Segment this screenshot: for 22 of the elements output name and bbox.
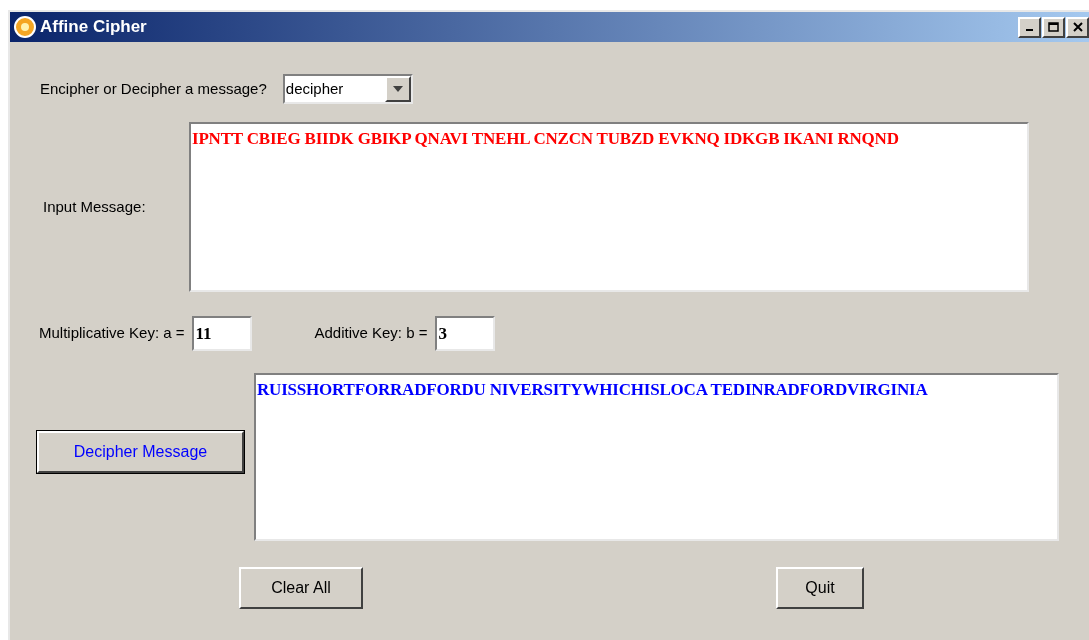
key-field[interactable]: 3 xyxy=(435,316,496,351)
app-icon xyxy=(13,15,37,39)
key-field[interactable]: 11 xyxy=(192,316,253,351)
key-label: Multiplicative Key: a = xyxy=(39,323,185,344)
input-label: Input Message: xyxy=(43,196,147,217)
mode-dropdown[interactable]: decipher xyxy=(282,74,413,104)
minimize-button[interactable] xyxy=(1018,16,1041,38)
key-label: Additive Key: b = xyxy=(314,323,428,344)
maximize-icon xyxy=(1048,22,1059,32)
dropdown-button[interactable] xyxy=(384,76,411,102)
mode-label: Encipher or Decipher a message? xyxy=(40,78,267,99)
output-message-field[interactable]: RUISSHORTFORRADFORDU NIVERSITYWHICHISLOCA TEDINRADFORDVIRGINIA xyxy=(254,373,1059,541)
footer-button[interactable]: Clear All xyxy=(239,567,363,609)
decipher-button[interactable]: Decipher Message xyxy=(37,431,244,473)
close-button[interactable] xyxy=(1066,16,1089,38)
caret-icon xyxy=(392,86,403,92)
maximize-button[interactable] xyxy=(1042,16,1065,38)
footer-button[interactable]: Quit xyxy=(776,567,864,609)
window-title: Affine Cipher xyxy=(40,16,148,39)
close-icon xyxy=(1072,22,1083,32)
input-message-field[interactable]: IPNTT CBIEG BIIDK GBIKP QNAVI TNEHL CNZCN TUBZD EVKNQ IDKGB IKANI RNQND xyxy=(189,122,1029,292)
minimize-icon xyxy=(1026,29,1033,31)
